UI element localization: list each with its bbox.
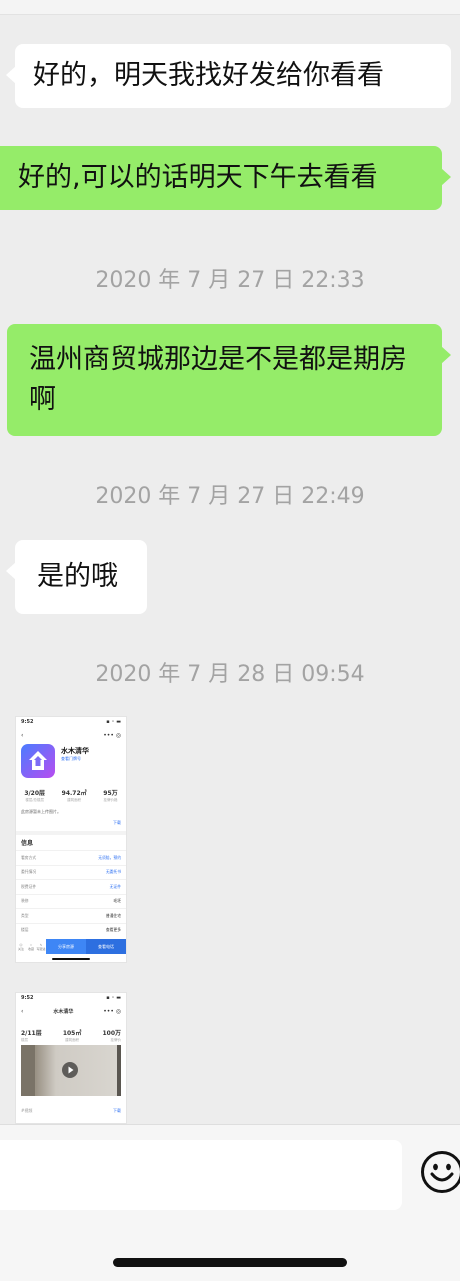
- play-icon: [62, 1062, 78, 1078]
- message-bubble[interactable]: 好的，明天我找好发给你看看: [15, 44, 451, 108]
- info-row: 看房方式无须陪，预约: [16, 850, 126, 865]
- info-row: 税费证件无证件: [16, 879, 126, 894]
- image-message[interactable]: 9:52 ▪ ◦ ▬ ‹ ••• ◎ 水木清华 查看门牌号 3/20层楼层/总楼…: [16, 717, 126, 962]
- call-button: 查看电话: [86, 939, 126, 954]
- info-row: 类型普通住宅: [16, 908, 126, 923]
- message-bubble[interactable]: 是的哦: [15, 540, 147, 614]
- message-text: 好的,可以的话明天下午去看看: [18, 162, 378, 193]
- status-bar: 9:52 ▪ ◦ ▬: [16, 717, 126, 728]
- edit-icon: ✎写跟进: [36, 939, 46, 954]
- share-button: 分享房源: [46, 939, 86, 954]
- status-bar: 9:52 ▪ ◦ ▬: [16, 993, 126, 1004]
- message-input[interactable]: [0, 1140, 402, 1210]
- home-indicator: [113, 1258, 347, 1267]
- stat: 2/11层楼层: [21, 1028, 42, 1043]
- stat: 3/20层楼层/总楼层: [24, 788, 45, 803]
- listing-stats: 2/11层楼层 105㎡建筑面积 100万挂牌价: [16, 1028, 126, 1043]
- top-bar: [0, 0, 460, 15]
- message-text: 是的哦: [37, 561, 118, 592]
- listing-title: 水木清华: [53, 1008, 73, 1015]
- emoji-icon[interactable]: [420, 1150, 460, 1198]
- stat: 95万挂牌价格: [103, 788, 117, 803]
- download-link: 下载: [113, 1108, 121, 1114]
- stat: 94.72㎡建筑面积: [62, 788, 87, 803]
- action-bar: ☺关注 ☆收藏 ✎写跟进 分享房源 查看电话: [16, 939, 126, 954]
- info-list: 看房方式无须陪，预约 委托情况无委托书 税费证件无证件 装修毛坯 类型普通住宅 …: [16, 850, 126, 937]
- listing-stats: 3/20层楼层/总楼层 94.72㎡建筑面积 95万挂牌价格: [16, 788, 126, 803]
- video-caption: #视频: [21, 1108, 32, 1114]
- info-row: 楼层查看更多: [16, 923, 126, 938]
- nav-bar: ‹ ••• ◎: [16, 728, 126, 742]
- app-logo: [21, 744, 55, 778]
- back-icon: ‹: [21, 732, 23, 739]
- message-bubble[interactable]: 好的,可以的话明天下午去看看: [0, 146, 442, 210]
- star-icon: ☆收藏: [26, 939, 36, 954]
- more-icon: ••• ◎: [103, 732, 121, 739]
- info-row: 装修毛坯: [16, 894, 126, 909]
- timestamp: 2020 年 7 月 27 日 22:49: [0, 478, 460, 510]
- back-icon: ‹: [21, 1008, 23, 1015]
- nav-bar: ‹ 水木清华 ••• ◎: [16, 1004, 126, 1018]
- video-thumbnail: [21, 1045, 121, 1096]
- home-indicator: [52, 958, 90, 960]
- message-bubble[interactable]: 温州商贸城那边是不是都是期房啊: [7, 324, 442, 436]
- image-message[interactable]: 9:52 ▪ ◦ ▬ ‹ 水木清华 ••• ◎ 2/11层楼层 105㎡建筑面积…: [16, 993, 126, 1123]
- listing-note: 此房源暂未上传图片。: [21, 809, 61, 815]
- follow-icon: ☺关注: [16, 939, 26, 954]
- message-text: 温州商贸城那边是不是都是期房啊: [29, 344, 407, 415]
- divider: [16, 831, 126, 835]
- timestamp: 2020 年 7 月 28 日 09:54: [0, 656, 460, 688]
- message-text: 好的，明天我找好发给你看看: [33, 60, 384, 91]
- section-title: 信息: [21, 838, 33, 847]
- download-link: 下载: [113, 820, 121, 826]
- stat: 100万挂牌价: [102, 1028, 121, 1043]
- listing-title: 水木清华: [61, 746, 89, 756]
- more-icon: ••• ◎: [103, 1008, 121, 1015]
- listing-subtitle: 查看门牌号: [61, 756, 81, 762]
- timestamp: 2020 年 7 月 27 日 22:33: [0, 262, 460, 294]
- stat: 105㎡建筑面积: [63, 1028, 82, 1043]
- info-row: 委托情况无委托书: [16, 865, 126, 880]
